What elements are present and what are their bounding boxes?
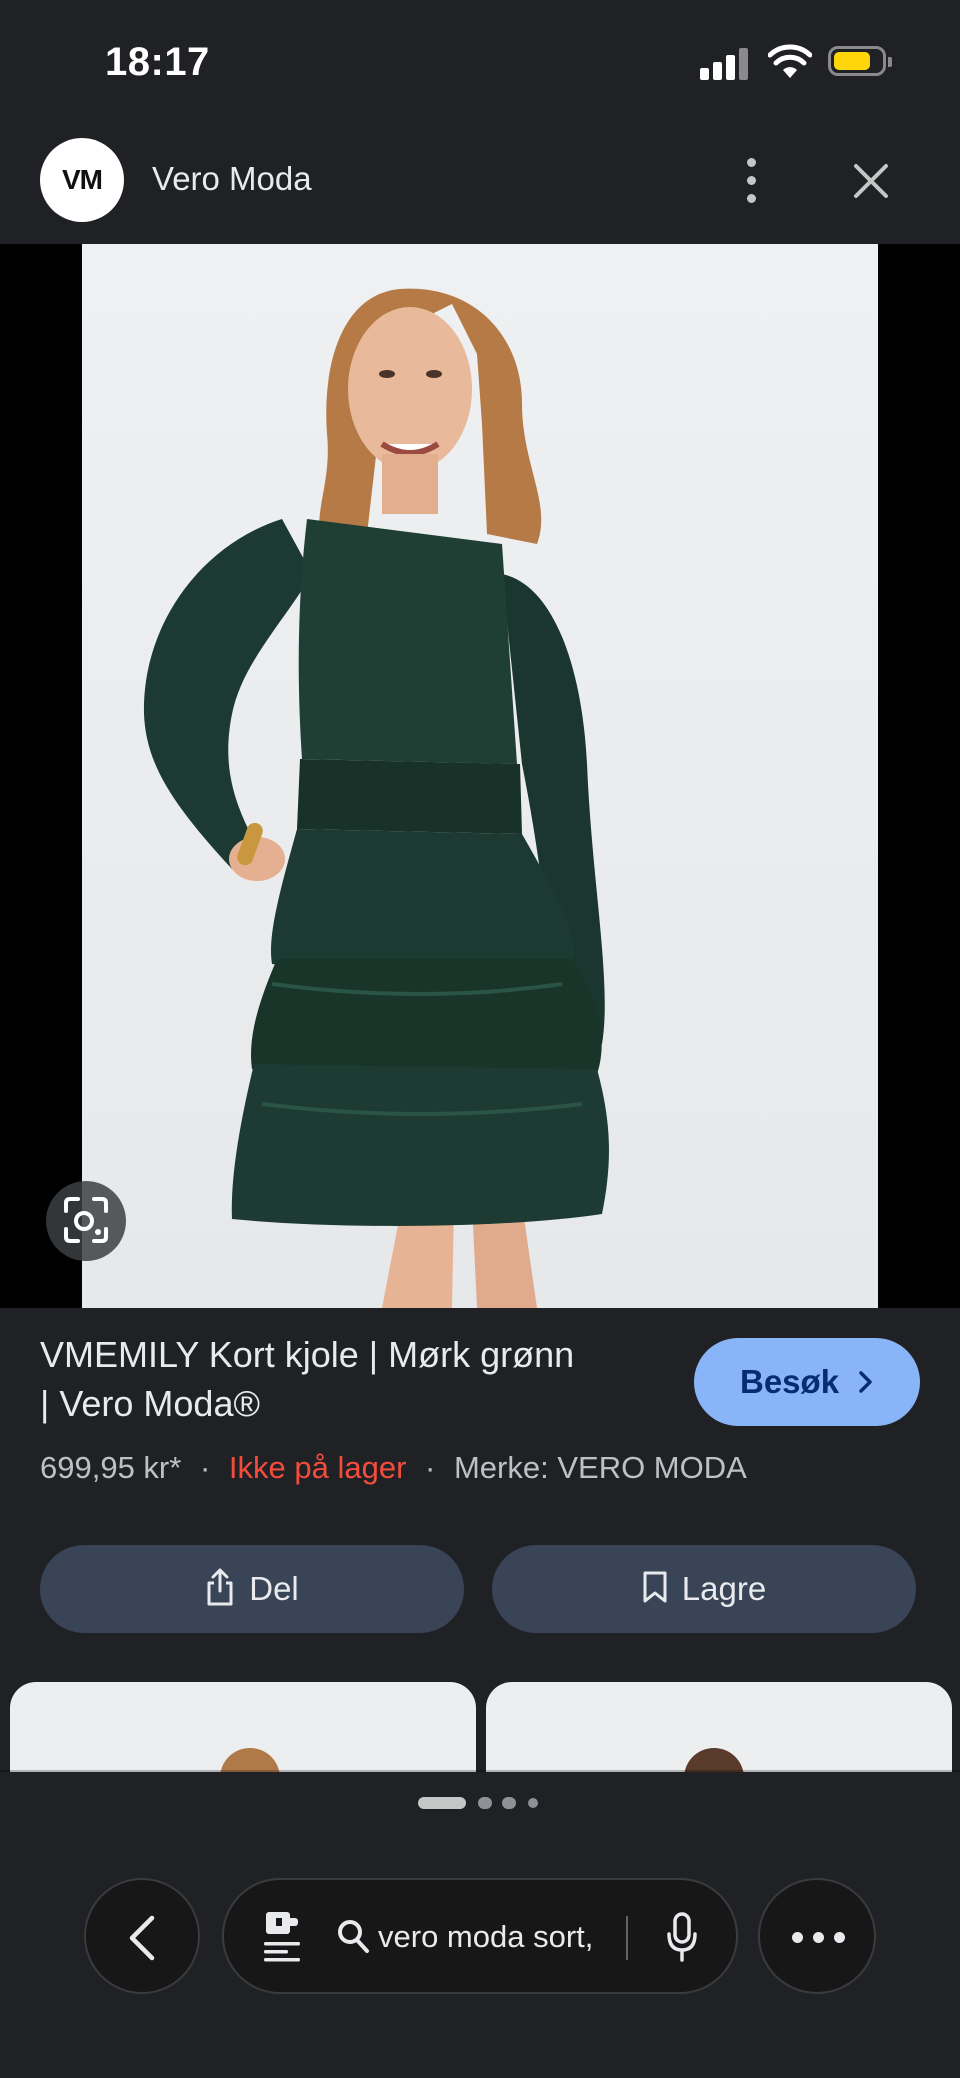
product-brand: Merke: VERO MODA	[453, 1450, 747, 1485]
status-time: 18:17	[105, 40, 210, 84]
close-icon[interactable]	[846, 150, 896, 210]
search-query[interactable]: vero moda sort,	[378, 1919, 618, 1955]
mic-icon[interactable]	[666, 1912, 698, 1964]
related-image-2[interactable]	[486, 1682, 952, 1772]
separator: ·	[425, 1450, 436, 1485]
site-name[interactable]: Vero Moda	[152, 160, 312, 198]
pager-dot-active	[418, 1797, 466, 1809]
menu-dots-icon[interactable]	[730, 150, 774, 210]
divider	[626, 1916, 628, 1960]
back-button[interactable]	[84, 1878, 200, 1994]
product-image[interactable]	[82, 244, 878, 1308]
cellular-signal-icon	[700, 46, 750, 80]
wifi-icon	[768, 44, 812, 78]
back-arrow-icon	[129, 1915, 155, 1961]
related-image-1[interactable]	[10, 1682, 476, 1772]
battery-icon	[828, 46, 892, 76]
visit-label: Besøk	[740, 1363, 840, 1400]
share-button[interactable]: Del	[40, 1545, 464, 1633]
image-viewer	[0, 244, 960, 1308]
pager-dot	[478, 1797, 492, 1809]
visual-search-icon[interactable]	[46, 1181, 126, 1261]
visit-button[interactable]: Besøk	[694, 1338, 920, 1426]
chevron-right-icon	[859, 1371, 872, 1393]
product-meta: 699,95 kr* · Ikke på lager · Merke: VERO…	[40, 1450, 747, 1486]
separator: ·	[199, 1450, 211, 1485]
save-button[interactable]: Lagre	[492, 1545, 916, 1633]
product-price: 699,95 kr*	[40, 1450, 182, 1485]
share-icon	[207, 1568, 233, 1606]
search-icon	[338, 1920, 369, 1953]
product-title-line2: | Vero Moda®	[40, 1383, 260, 1424]
product-title-line1: VMEMILY Kort kjole | Mørk grønn	[40, 1334, 575, 1375]
model-illustration	[143, 288, 609, 1308]
stock-status: Ikke på lager	[228, 1450, 407, 1485]
bookmark-icon	[643, 1571, 667, 1603]
pager-dot	[502, 1797, 516, 1809]
pager-dot	[528, 1798, 538, 1808]
viewer-header: VM Vero Moda	[0, 130, 960, 244]
site-logo[interactable]: VM	[40, 138, 124, 222]
thumb-model	[220, 1748, 280, 1772]
status-bar: 18:17	[0, 0, 960, 130]
save-label: Lagre	[681, 1570, 767, 1607]
more-icon[interactable]	[758, 1878, 876, 1994]
product-title[interactable]: VMEMILY Kort kjole | Mørk grønn | Vero M…	[40, 1330, 660, 1428]
lens-icon	[264, 1912, 300, 1962]
thumb-model	[684, 1748, 744, 1772]
share-label: Del	[249, 1570, 299, 1607]
